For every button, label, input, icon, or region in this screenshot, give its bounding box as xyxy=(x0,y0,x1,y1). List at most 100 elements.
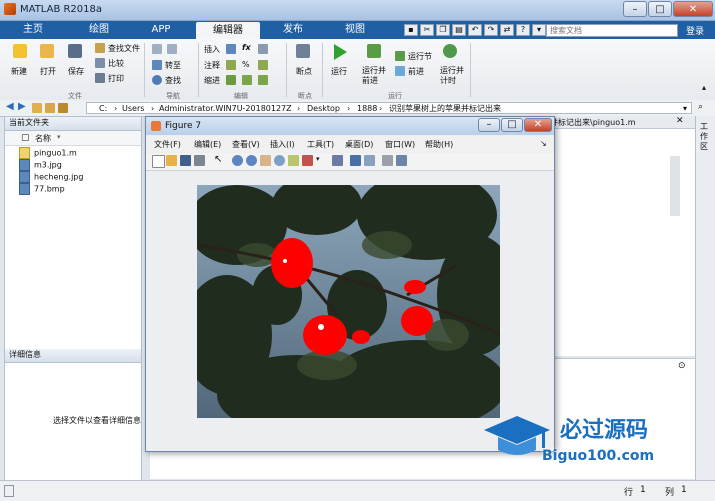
new-figure-icon[interactable] xyxy=(152,155,165,168)
path-segment[interactable]: Administrator.WIN7U-20180127Z xyxy=(159,103,292,114)
menu-tools[interactable]: 工具(T) xyxy=(307,139,334,150)
figure-close-button[interactable]: ✕ xyxy=(524,118,552,132)
open-button[interactable]: 打开 xyxy=(40,66,56,77)
tab-home[interactable]: 主页 xyxy=(4,21,62,39)
tab-apps[interactable]: APP xyxy=(132,21,190,39)
editor-file-path[interactable]: 并标记出来\pinguo1.m xyxy=(550,117,636,128)
editor-close-icon[interactable]: ✕ xyxy=(676,116,684,126)
quick-save-icon[interactable]: ▪ xyxy=(404,24,418,36)
new-button[interactable]: 新建 xyxy=(11,66,27,77)
up-folder-icon[interactable] xyxy=(45,103,55,113)
sort-arrow-icon[interactable]: ▾ xyxy=(57,133,61,141)
goto-button[interactable]: 转至 xyxy=(165,60,181,71)
print-button[interactable]: 打印 xyxy=(108,73,124,84)
menu-window[interactable]: 窗口(W) xyxy=(385,139,415,150)
run-time-button[interactable]: 运行并计时 xyxy=(440,66,464,86)
advance-button[interactable]: 前进 xyxy=(408,66,424,77)
current-path-field[interactable]: C: › Users › Administrator.WIN7U-2018012… xyxy=(86,102,692,114)
file-list-item[interactable]: pinguo1.m xyxy=(19,147,77,159)
hide-plot-tools-icon[interactable] xyxy=(382,155,393,166)
switch-windows-icon[interactable]: ⇄ xyxy=(500,24,514,36)
quick-access-menu-icon[interactable]: ▾ xyxy=(532,24,546,36)
run-button[interactable]: 运行 xyxy=(331,66,347,77)
figure-minimize-button[interactable]: – xyxy=(478,118,500,132)
menu-file[interactable]: 文件(F) xyxy=(154,139,181,150)
breakpoints-button[interactable]: 断点 xyxy=(296,66,312,77)
file-list-item[interactable]: hecheng.jpg xyxy=(19,171,83,183)
path-segment[interactable]: C: xyxy=(99,103,107,114)
command-window-menu-icon[interactable]: ⊙ xyxy=(678,361,686,371)
legend-icon[interactable] xyxy=(364,155,375,166)
menu-insert[interactable]: 插入(I) xyxy=(270,139,295,150)
brush-dropdown-icon[interactable]: ▾ xyxy=(316,155,327,166)
wrap-comment-icon[interactable] xyxy=(258,60,268,70)
pan-hand-icon[interactable] xyxy=(260,155,271,166)
back-nav-icon[interactable] xyxy=(152,44,162,54)
minimize-button[interactable]: – xyxy=(623,1,647,17)
print-figure-icon[interactable] xyxy=(194,155,205,166)
indent-icon[interactable] xyxy=(242,75,252,85)
zoom-in-icon[interactable] xyxy=(232,155,243,166)
run-advance-button[interactable]: 运行并前进 xyxy=(362,66,388,86)
path-segment[interactable]: Desktop xyxy=(307,103,340,114)
menu-view[interactable]: 查看(V) xyxy=(232,139,260,150)
maximize-button[interactable]: □ xyxy=(648,1,672,17)
code-icon[interactable] xyxy=(258,44,268,54)
smart-indent-icon[interactable] xyxy=(226,75,236,85)
name-column-header[interactable]: 名称 xyxy=(35,133,51,144)
comment-icon[interactable] xyxy=(226,60,236,70)
colorbar-icon[interactable] xyxy=(350,155,361,166)
tab-publish[interactable]: 发布 xyxy=(264,21,322,39)
zoom-out-icon[interactable] xyxy=(246,155,257,166)
browse-folder-icon[interactable] xyxy=(58,103,68,113)
show-plot-tools-icon[interactable] xyxy=(396,155,407,166)
run-section-button[interactable]: 运行节 xyxy=(408,51,432,62)
help-icon[interactable]: ? xyxy=(516,24,530,36)
back-arrow-icon[interactable]: ◀ xyxy=(6,101,14,112)
close-button[interactable]: ✕ xyxy=(673,1,713,17)
login-link[interactable]: 登录 xyxy=(686,24,704,37)
file-list-item[interactable]: 77.bmp xyxy=(19,183,65,195)
editor-scrollbar[interactable] xyxy=(670,156,680,216)
forward-nav-icon[interactable] xyxy=(167,44,177,54)
undo-icon[interactable]: ↶ xyxy=(468,24,482,36)
forward-arrow-icon[interactable]: ▶ xyxy=(18,101,26,112)
save-figure-icon[interactable] xyxy=(180,155,191,166)
path-segment[interactable]: Users xyxy=(122,103,144,114)
path-segment[interactable]: 识别苹果树上的苹果并标记出来 xyxy=(389,103,501,114)
comment-button[interactable]: 注释 xyxy=(204,60,220,71)
file-list-item[interactable]: m3.jpg xyxy=(19,159,62,171)
menu-edit[interactable]: 编辑(E) xyxy=(194,139,221,150)
quick-cut-icon[interactable]: ✂ xyxy=(420,24,434,36)
menu-help[interactable]: 帮助(H) xyxy=(425,139,453,150)
brush-icon[interactable] xyxy=(302,155,313,166)
edit-plot-arrow-icon[interactable]: ↖ xyxy=(214,155,225,166)
tab-plots[interactable]: 绘图 xyxy=(70,21,128,39)
find-files-button[interactable]: 查找文件 xyxy=(108,43,140,54)
search-folder-icon[interactable]: ⌕ xyxy=(698,102,703,112)
figure-maximize-button[interactable]: □ xyxy=(501,118,523,132)
workspace-tab[interactable]: 工作区 xyxy=(700,122,712,152)
link-plot-icon[interactable] xyxy=(332,155,343,166)
rotate-3d-icon[interactable] xyxy=(274,155,285,166)
insert-button[interactable]: 插入 xyxy=(204,44,220,55)
outdent-icon[interactable] xyxy=(258,75,268,85)
quick-copy-icon[interactable]: ❐ xyxy=(436,24,450,36)
tab-editor[interactable]: 编辑器 xyxy=(196,22,260,39)
open-file-icon[interactable] xyxy=(166,155,177,166)
quick-paste-icon[interactable]: ▤ xyxy=(452,24,466,36)
menu-dock-icon[interactable]: ↘ xyxy=(540,139,547,148)
percent-comment-icon[interactable]: % xyxy=(242,60,250,69)
insert-function-button[interactable]: fx xyxy=(242,43,251,52)
indent-button[interactable]: 缩进 xyxy=(204,75,220,86)
search-docs-input[interactable]: 搜索文档 xyxy=(546,24,678,37)
menu-desktop[interactable]: 桌面(D) xyxy=(345,139,373,150)
data-cursor-icon[interactable] xyxy=(288,155,299,166)
path-segment[interactable]: 1888 xyxy=(357,103,377,114)
compare-button[interactable]: 比较 xyxy=(108,58,124,69)
find-button[interactable]: 查找 xyxy=(165,75,181,86)
folder-icon[interactable] xyxy=(32,103,42,113)
path-dropdown-icon[interactable]: ▾ xyxy=(683,103,687,114)
insert-section-icon[interactable] xyxy=(226,44,236,54)
save-button[interactable]: 保存 xyxy=(68,66,84,77)
